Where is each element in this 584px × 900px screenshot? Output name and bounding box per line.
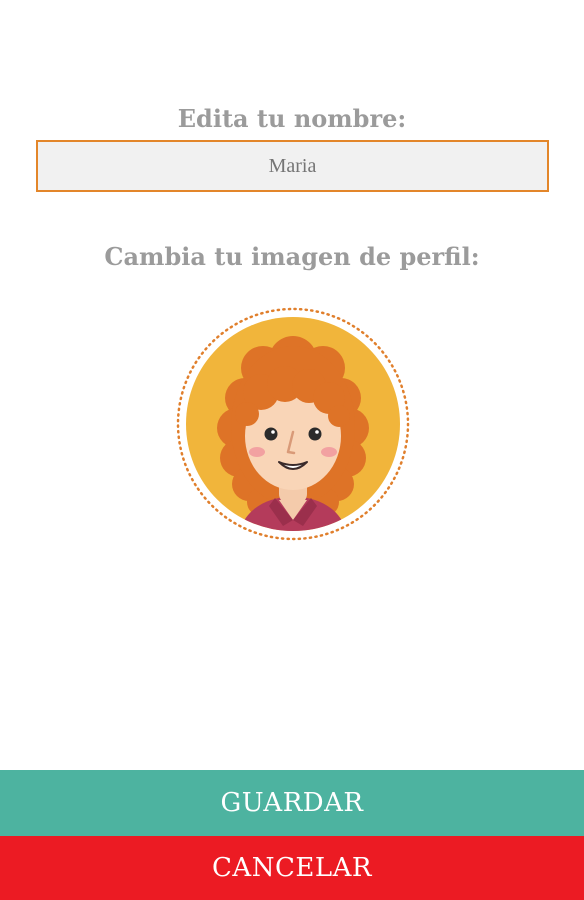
save-button[interactable]: GUARDAR xyxy=(0,770,584,836)
profile-avatar-picker[interactable] xyxy=(175,306,411,542)
avatar-label: Cambia tu imagen de perfil: xyxy=(104,242,480,271)
name-input[interactable] xyxy=(36,140,549,192)
name-label: Edita tu nombre: xyxy=(177,104,407,133)
cancel-button[interactable]: CANCELAR xyxy=(0,836,584,900)
female-avatar-icon xyxy=(176,307,410,541)
